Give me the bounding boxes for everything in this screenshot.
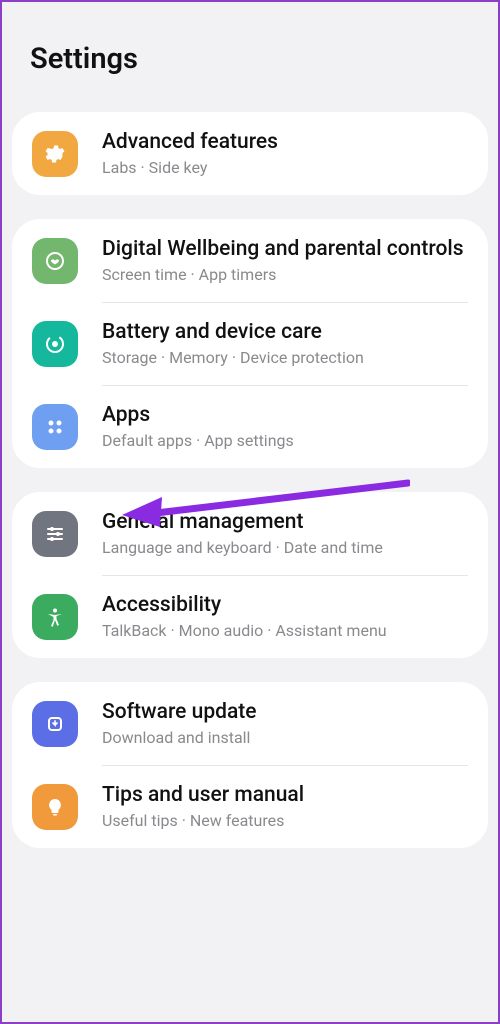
lightbulb-icon <box>32 784 78 830</box>
item-title: Accessibility <box>102 593 468 617</box>
search-button[interactable] <box>440 44 470 74</box>
item-text: Advanced features Labs · Side key <box>102 130 468 177</box>
item-subtitle: Default apps · App settings <box>102 431 468 450</box>
apps-icon <box>32 404 78 450</box>
accessibility-icon <box>32 594 78 640</box>
device-care-icon <box>32 321 78 367</box>
settings-item-apps[interactable]: Apps Default apps · App settings <box>12 385 488 468</box>
settings-group: Advanced features Labs · Side key <box>12 112 488 195</box>
settings-item-battery-device-care[interactable]: Battery and device care Storage · Memory… <box>12 302 488 385</box>
item-subtitle: TalkBack · Mono audio · Assistant menu <box>102 621 468 640</box>
item-subtitle: Download and install <box>102 728 468 747</box>
item-text: Apps Default apps · App settings <box>102 403 468 450</box>
item-subtitle: Screen time · App timers <box>102 265 468 284</box>
item-text: Digital Wellbeing and parental controls … <box>102 237 468 284</box>
item-subtitle: Storage · Memory · Device protection <box>102 348 468 367</box>
item-text: Tips and user manual Useful tips · New f… <box>102 783 468 830</box>
sliders-icon <box>32 511 78 557</box>
item-title: Battery and device care <box>102 320 468 344</box>
item-title: Apps <box>102 403 468 427</box>
page-title: Settings <box>30 42 138 76</box>
settings-item-tips-user-manual[interactable]: Tips and user manual Useful tips · New f… <box>12 765 488 848</box>
settings-item-advanced-features[interactable]: Advanced features Labs · Side key <box>12 112 488 195</box>
settings-item-digital-wellbeing[interactable]: Digital Wellbeing and parental controls … <box>12 219 488 302</box>
header: Settings <box>2 2 498 112</box>
item-title: Software update <box>102 700 468 724</box>
item-subtitle: Language and keyboard · Date and time <box>102 538 468 557</box>
settings-group: General management Language and keyboard… <box>12 492 488 658</box>
item-text: Battery and device care Storage · Memory… <box>102 320 468 367</box>
settings-item-accessibility[interactable]: Accessibility TalkBack · Mono audio · As… <box>12 575 488 658</box>
item-title: Tips and user manual <box>102 783 468 807</box>
item-subtitle: Useful tips · New features <box>102 811 468 830</box>
item-title: General management <box>102 510 468 534</box>
item-title: Advanced features <box>102 130 468 154</box>
item-title: Digital Wellbeing and parental controls <box>102 237 468 261</box>
gear-icon <box>32 131 78 177</box>
item-text: Software update Download and install <box>102 700 468 747</box>
settings-item-general-management[interactable]: General management Language and keyboard… <box>12 492 488 575</box>
settings-group: Digital Wellbeing and parental controls … <box>12 219 488 468</box>
settings-group: Software update Download and install Tip… <box>12 682 488 848</box>
item-text: Accessibility TalkBack · Mono audio · As… <box>102 593 468 640</box>
software-update-icon <box>32 701 78 747</box>
item-text: General management Language and keyboard… <box>102 510 468 557</box>
item-subtitle: Labs · Side key <box>102 158 468 177</box>
settings-item-software-update[interactable]: Software update Download and install <box>12 682 488 765</box>
wellbeing-icon <box>32 238 78 284</box>
